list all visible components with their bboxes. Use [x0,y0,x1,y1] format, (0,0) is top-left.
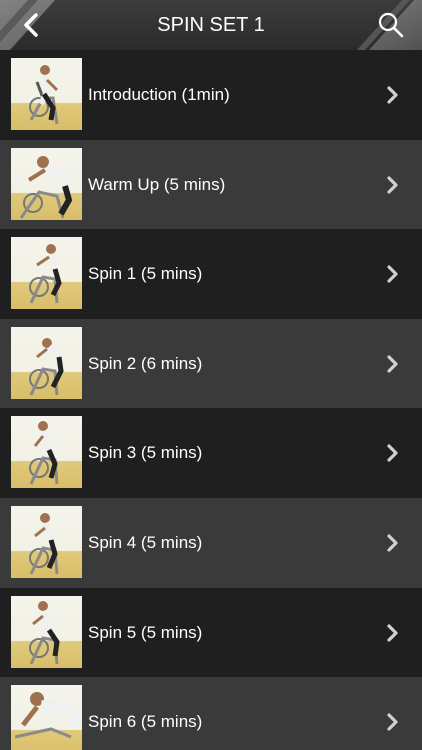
page-title: SPIN SET 1 [157,14,265,36]
list-item-label: Spin 1 (5 mins) [88,264,203,284]
list-item-introduction[interactable]: Introduction (1min) [0,50,422,140]
exercise-thumbnail [11,685,82,750]
exercise-thumbnail [11,237,82,310]
list-item-label: Spin 3 (5 mins) [88,443,203,463]
list-item-label: Spin 4 (5 mins) [88,532,203,552]
search-icon [378,12,404,38]
chevron-right-icon [387,86,398,104]
exercise-thumbnail [11,416,82,489]
list-item-spin-5[interactable]: Spin 5 (5 mins) [0,587,422,678]
chevron-right-icon [387,534,398,552]
list-item-label: Spin 2 (6 mins) [88,353,203,373]
chevron-right-icon [387,265,398,283]
exercise-thumbnail [11,326,82,399]
exercise-thumbnail [11,595,82,668]
nav-bar: SPIN SET 1 [0,0,422,50]
list-item-label: Spin 6 (5 mins) [88,712,203,732]
exercise-thumbnail [11,147,82,220]
chevron-left-icon [24,13,38,37]
list-item-label: Warm Up (5 mins) [88,174,226,194]
list-item-spin-2[interactable]: Spin 2 (6 mins) [0,318,422,409]
chevron-right-icon [387,355,398,373]
list-item-label: Introduction (1min) [88,85,230,104]
chevron-right-icon [387,623,398,642]
chevron-right-icon [387,713,398,731]
list-item-label: Spin 5 (5 mins) [88,622,203,642]
exercise-thumbnail [11,58,82,130]
search-button[interactable] [374,8,408,42]
workout-list: Introduction (1min) Warm Up (5 mins) Spi… [0,50,422,750]
list-item-warm-up[interactable]: Warm Up (5 mins) [0,139,422,230]
list-item-spin-6[interactable]: Spin 6 (5 mins) [0,677,422,750]
exercise-thumbnail [11,505,82,578]
back-button[interactable] [14,8,48,42]
chevron-right-icon [387,444,398,462]
chevron-right-icon [387,175,398,194]
list-item-spin-1[interactable]: Spin 1 (5 mins) [0,229,422,319]
list-item-spin-3[interactable]: Spin 3 (5 mins) [0,408,422,498]
list-item-spin-4[interactable]: Spin 4 (5 mins) [0,497,422,588]
